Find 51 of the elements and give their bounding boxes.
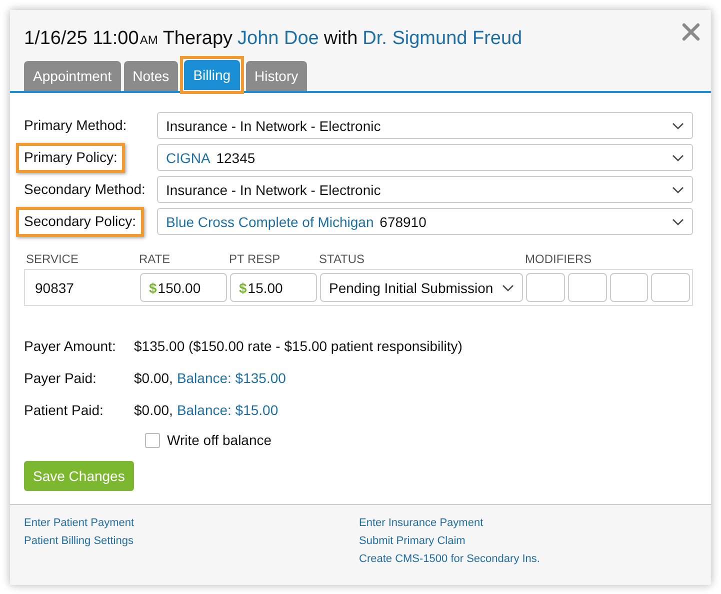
footer-link[interactable]: Submit Primary Claim (359, 535, 466, 547)
service-code: 90837 (34, 280, 75, 296)
title-text: with (324, 28, 358, 50)
modifier-field[interactable] (651, 273, 690, 302)
provider-link[interactable]: Dr. Sigmund Freud (362, 28, 522, 50)
column-header: RATE (139, 252, 172, 266)
field-label: Primary Policy: (24, 148, 118, 164)
modifier-field[interactable] (610, 273, 648, 302)
tab[interactable]: History (246, 61, 308, 91)
method-select[interactable]: Insurance - In Network - Electronic (157, 112, 693, 139)
field-label: Primary Method: (24, 116, 127, 132)
checkbox-label: Write off balance (167, 432, 272, 448)
policy-select[interactable]: CIGNA 12345 (156, 144, 693, 171)
tab[interactable]: Billing (184, 60, 240, 90)
policy-select[interactable]: Blue Cross Complete of Michigan 678910 (157, 208, 693, 235)
balance-link[interactable]: Balance: $15.00 (176, 402, 278, 418)
footer-link[interactable]: Enter Insurance Payment (359, 517, 484, 529)
pt-resp-field[interactable]: $15.00 (230, 273, 317, 302)
tab[interactable]: Notes (124, 61, 178, 91)
summary-label: Payer Amount: (24, 338, 117, 354)
appointment-datetime: 1/16/25 11:00AM (24, 28, 158, 50)
checkbox[interactable] (145, 432, 160, 448)
modifier-field[interactable] (526, 273, 565, 302)
summary-label: Patient Paid: (24, 402, 104, 418)
column-header: MODIFIERS (525, 252, 593, 266)
column-header: SERVICE (26, 252, 80, 266)
amount-text: $0.00, (134, 370, 173, 386)
chevron-down-icon (672, 186, 684, 194)
close-icon[interactable] (681, 22, 701, 42)
appointment-type: Therapy (162, 28, 233, 50)
modifier-field[interactable] (568, 273, 606, 302)
summary-label: Payer Paid: (24, 370, 98, 386)
column-header: PT RESP (229, 252, 282, 266)
rate-field[interactable]: $150.00 (140, 273, 227, 302)
balance-link[interactable]: Balance: $135.00 (176, 370, 286, 386)
status-select[interactable]: Pending Initial Submission (320, 273, 523, 302)
amount-text: $0.00, (134, 402, 173, 418)
chevron-down-icon (502, 284, 514, 292)
chevron-down-icon (672, 154, 684, 162)
footer-link[interactable]: Patient Billing Settings (24, 535, 134, 547)
method-select[interactable]: Insurance - In Network - Electronic (157, 176, 693, 203)
field-label: Secondary Policy: (24, 212, 136, 228)
tab[interactable]: Appointment (24, 61, 121, 91)
footer-link[interactable]: Enter Patient Payment (24, 517, 134, 529)
footer-link[interactable]: Create CMS-1500 for Secondary Ins. (359, 553, 540, 565)
patient-link[interactable]: John Doe (238, 28, 319, 50)
amount-text: $135.00 ($150.00 rate - $15.00 patient responsibility) (134, 338, 462, 354)
chevron-down-icon (672, 218, 684, 226)
column-header: STATUS (319, 252, 366, 266)
chevron-down-icon (672, 122, 684, 130)
field-label: Secondary Method: (24, 180, 146, 196)
